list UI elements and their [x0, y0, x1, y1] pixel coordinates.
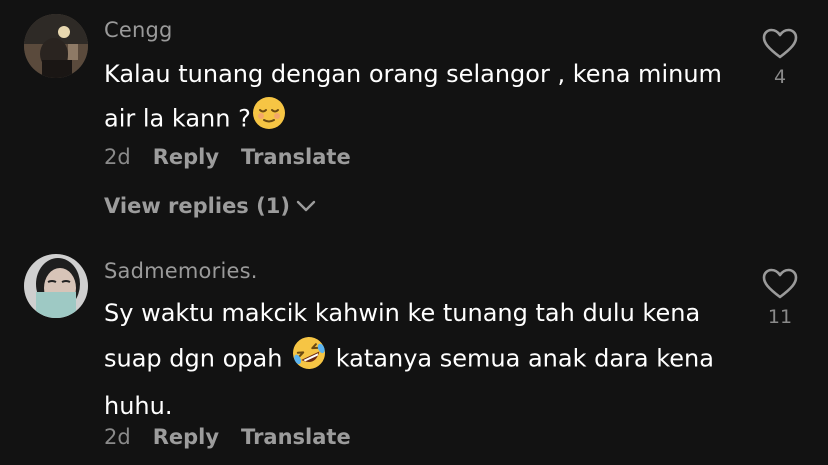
- view-replies-button[interactable]: View replies (1): [104, 194, 316, 218]
- avatar[interactable]: [24, 14, 88, 78]
- timestamp: 2d: [104, 425, 131, 449]
- comment-text: Sy waktu makcik kahwin ke tunang tah dul…: [104, 292, 724, 427]
- heart-icon[interactable]: [762, 28, 798, 60]
- comment-meta: 2d Reply Translate: [104, 425, 351, 449]
- like-control[interactable]: 11: [754, 268, 806, 328]
- translate-button[interactable]: Translate: [241, 425, 351, 449]
- view-replies-label: View replies (1): [104, 194, 290, 218]
- relieved-face-icon: [251, 95, 287, 144]
- avatar-photo: [24, 14, 88, 78]
- heart-icon[interactable]: [762, 268, 798, 300]
- username[interactable]: Sadmemories.: [104, 259, 258, 283]
- comment-text: Kalau tunang dengan orang selangor , ken…: [104, 53, 724, 144]
- avatar[interactable]: [24, 254, 88, 318]
- comment-meta: 2d Reply Translate: [104, 145, 351, 169]
- rolling-laughing-face-icon: [290, 334, 328, 385]
- translate-button[interactable]: Translate: [241, 145, 351, 169]
- like-count: 4: [773, 66, 787, 88]
- like-control[interactable]: 4: [754, 28, 806, 88]
- reply-button[interactable]: Reply: [153, 425, 219, 449]
- timestamp: 2d: [104, 145, 131, 169]
- username[interactable]: Cengg: [104, 18, 173, 42]
- reply-button[interactable]: Reply: [153, 145, 219, 169]
- avatar-photo: [24, 254, 88, 318]
- chevron-down-icon: [296, 200, 316, 212]
- like-count: 11: [767, 306, 793, 328]
- comment-text-content: Kalau tunang dengan orang selangor , ken…: [104, 60, 722, 133]
